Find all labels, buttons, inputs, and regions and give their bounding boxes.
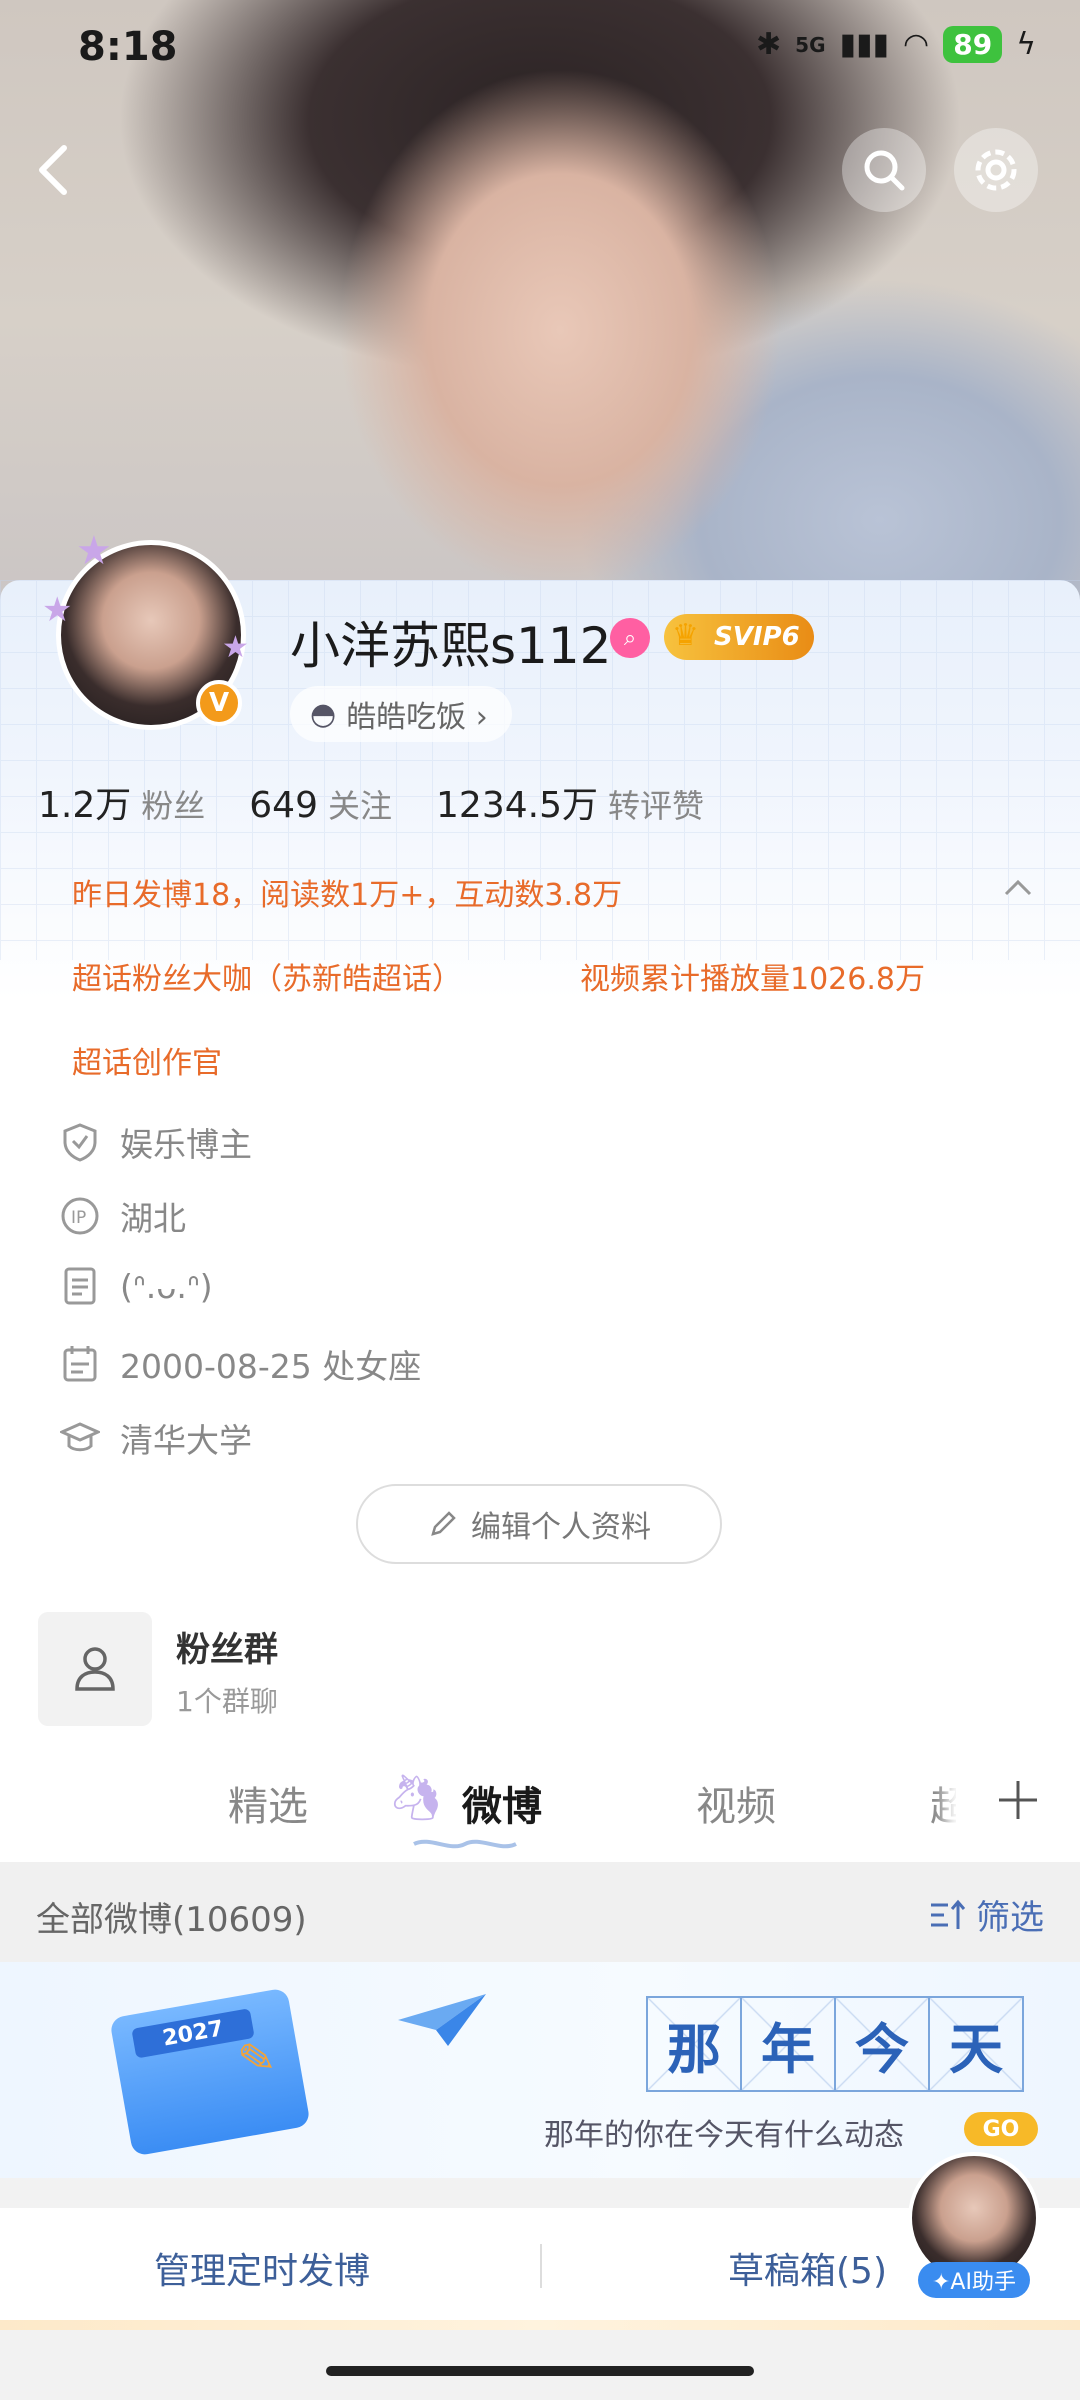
info-school: 清华大学 <box>120 1421 252 1460</box>
info-row-category: 娱乐博主 <box>60 1118 252 1166</box>
bluetooth-icon: ✱ <box>756 27 782 62</box>
verified-badge: V <box>196 680 242 726</box>
group-pill-label: 皓皓吃饭 › <box>346 700 488 735</box>
info-row-birthday: 2000-08-25 处女座 <box>60 1340 421 1388</box>
fan-badge-icon[interactable]: ⌕ <box>610 618 650 658</box>
tab-featured[interactable]: 精选 <box>228 1774 308 1832</box>
star-decoration-icon: ★ <box>76 528 112 574</box>
svip-badge[interactable]: ♛ SVIP6 <box>664 614 814 660</box>
stats-row: 1.2万 粉丝 649 关注 1234.5万 转评赞 <box>38 776 748 828</box>
scheduled-posts-button[interactable]: 管理定时发博 <box>154 2242 370 2294</box>
all-posts-count[interactable]: 全部微博(10609) <box>36 1892 307 1941</box>
edit-profile-label: 编辑个人资料 <box>471 1510 651 1545</box>
content-tabs: 精选 🦄︎ 微博 视频 超 <box>0 1748 1080 1858</box>
info-category: 娱乐博主 <box>120 1125 252 1164</box>
unicorn-icon: 🦄︎ <box>388 1773 444 1824</box>
go-button[interactable]: GO <box>964 2112 1038 2146</box>
divider <box>540 2244 542 2288</box>
crown-icon: ♛ <box>672 618 699 653</box>
next-post-edge <box>0 2320 1080 2330</box>
info-row-bio: (ᐢ.ᴗ.ᐢ) <box>60 1266 213 1306</box>
tab-weibo[interactable]: 微博 <box>462 1774 542 1832</box>
ip-icon: IP <box>60 1196 100 1236</box>
pencil-decoration-icon: ✎ <box>234 2030 280 2088</box>
on-this-day-title: 那 年 今 天 <box>646 1996 1024 2092</box>
likes-label[interactable]: 转评赞 <box>608 781 704 827</box>
info-row-ip: IP 湖北 <box>60 1192 186 1240</box>
fan-group-subtitle: 1个群聊 <box>176 1685 278 1718</box>
video-plays-highlight[interactable]: 视频累计播放量1026.8万 <box>580 954 925 998</box>
followers-count[interactable]: 1.2万 <box>38 776 131 828</box>
search-button[interactable] <box>842 128 926 212</box>
plus-icon <box>999 1781 1037 1819</box>
profile-page: 8:18 ✱ 5G ▮▮▮ ◠ 89 ϟ ★ ★ ★ V 小洋苏熙s112 ⌕ … <box>0 0 1080 2400</box>
wifi-icon: ◠ <box>903 27 930 62</box>
title-char: 那 <box>646 1996 742 2092</box>
following-label[interactable]: 关注 <box>328 781 392 827</box>
info-location: 湖北 <box>120 1199 186 1238</box>
bowl-icon: ◓ <box>310 696 337 732</box>
shield-icon <box>60 1122 100 1162</box>
fan-group-icon-box[interactable] <box>38 1612 152 1726</box>
superfan-highlight[interactable]: 超话粉丝大咖（苏新皓超话） <box>72 954 462 998</box>
bottom-area <box>0 2320 1080 2400</box>
star-decoration-icon: ★ <box>222 630 249 665</box>
people-icon <box>75 1647 115 1691</box>
group-pill[interactable]: ◓ 皓皓吃饭 › <box>290 686 512 742</box>
pencil-icon <box>431 1511 456 1536</box>
ai-assistant-label: ✦AI助手 <box>918 2262 1030 2298</box>
info-row-school: 清华大学 <box>60 1414 252 1462</box>
tab-video[interactable]: 视频 <box>696 1774 776 1832</box>
daily-stats[interactable]: 昨日发博18，阅读数1万+，互动数3.8万 <box>72 870 622 914</box>
search-icon <box>864 150 905 191</box>
svip-label: SVIP6 <box>714 622 800 652</box>
tab-indicator <box>413 1839 517 1849</box>
chevron-up-icon[interactable] <box>1000 870 1036 906</box>
likes-count[interactable]: 1234.5万 <box>436 776 598 828</box>
title-char: 今 <box>834 1996 930 2092</box>
chevron-left-icon <box>39 145 67 195</box>
document-icon <box>60 1266 100 1306</box>
system-icons: ✱ 5G ▮▮▮ ◠ 89 ϟ <box>756 26 1036 63</box>
star-decoration-icon: ★ <box>42 590 73 630</box>
svg-text:IP: IP <box>71 1208 86 1228</box>
edit-profile-button[interactable]: 编辑个人资料 <box>356 1484 722 1564</box>
status-time: 8:18 <box>78 24 178 70</box>
filter-button[interactable]: 筛选 <box>928 1890 1044 1939</box>
battery-level: 89 <box>943 26 1003 63</box>
signal-icon: ▮▮▮ <box>839 27 890 62</box>
charging-icon: ϟ <box>1016 27 1036 62</box>
title-char: 年 <box>740 1996 836 2092</box>
banner-subtitle: 那年的你在今天有什么动态 <box>544 2118 904 2153</box>
add-tab-button[interactable] <box>956 1750 1080 1850</box>
back-button[interactable] <box>30 140 80 200</box>
filter-bar: 全部微博(10609) 筛选 <box>0 1862 1080 1962</box>
status-bar: 8:18 ✱ 5G ▮▮▮ ◠ 89 ϟ <box>0 0 1080 100</box>
creator-highlight[interactable]: 超话创作官 <box>72 1038 222 1082</box>
filter-label: 筛选 <box>976 1898 1044 1938</box>
settings-button[interactable] <box>954 128 1038 212</box>
filter-icon <box>931 1899 966 1929</box>
followers-label[interactable]: 粉丝 <box>141 781 205 827</box>
paper-plane-icon <box>398 1994 486 2046</box>
info-birthday: 2000-08-25 处女座 <box>120 1347 422 1386</box>
calendar-icon <box>60 1344 100 1384</box>
following-count[interactable]: 649 <box>249 785 318 826</box>
avatar-frame[interactable]: ★ ★ ★ V <box>42 528 256 740</box>
fan-group-title[interactable]: 粉丝群 <box>176 1622 278 1671</box>
title-char: 天 <box>928 1996 1024 2092</box>
username: 小洋苏熙s112 <box>290 617 612 675</box>
graduation-cap-icon <box>60 1418 100 1458</box>
drafts-button[interactable]: 草稿箱(5) <box>728 2242 887 2294</box>
home-indicator[interactable] <box>326 2366 754 2376</box>
info-bio: (ᐢ.ᴗ.ᐢ) <box>120 1266 213 1306</box>
network-label: 5G <box>795 32 826 57</box>
ai-assistant-button[interactable]: ✦AI助手 <box>904 2152 1044 2302</box>
gear-icon <box>975 149 1017 191</box>
